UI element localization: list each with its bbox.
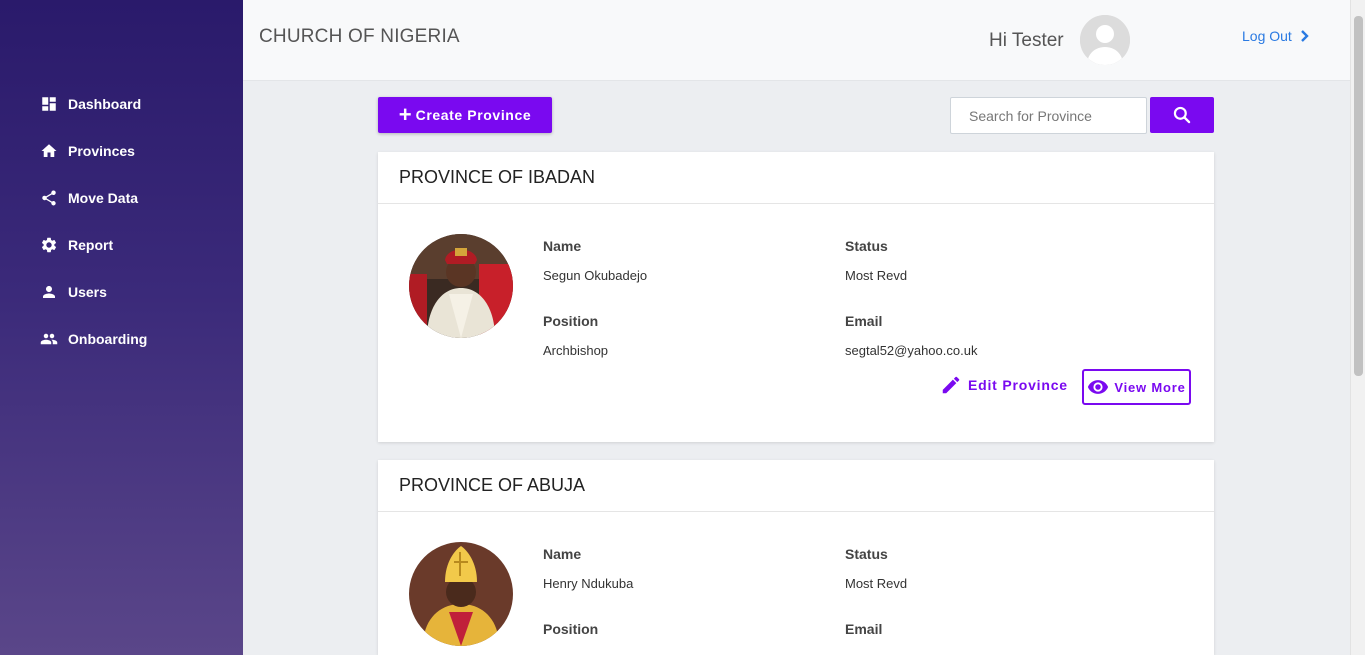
sidebar: Dashboard Provinces Move Data Report Use…	[0, 0, 243, 655]
search-icon	[1173, 106, 1191, 124]
position-label: Position	[543, 621, 599, 637]
province-card: PROVINCE OF IBADAN Name Segun Okubadejo …	[378, 152, 1214, 442]
search-input[interactable]	[950, 97, 1147, 134]
position-value: Archbishop	[543, 343, 609, 358]
sidebar-item-provinces[interactable]: Provinces	[0, 127, 243, 174]
province-card: PROVINCE OF ABUJA Name Henry Ndukuba Sta…	[378, 460, 1214, 655]
edit-province-button[interactable]: Edit Province	[940, 374, 1068, 396]
email-label: Email	[845, 313, 883, 329]
app-brand: CHURCH OF NIGERIA	[259, 26, 460, 47]
name-value: Segun Okubadejo	[543, 268, 648, 283]
view-more-button[interactable]: View More	[1082, 369, 1191, 405]
create-province-label: Create Province	[415, 107, 532, 123]
scrollbar-thumb[interactable]	[1354, 16, 1363, 376]
top-header: CHURCH OF NIGERIA Hi Tester Log Out	[243, 0, 1350, 81]
sidebar-item-label: Move Data	[68, 189, 139, 206]
sidebar-nav: Dashboard Provinces Move Data Report Use…	[0, 80, 243, 362]
email-value: segtal52@yahoo.co.uk	[845, 343, 978, 358]
logout-link[interactable]: Log Out	[1242, 28, 1312, 44]
search-button[interactable]	[1150, 97, 1214, 133]
user-icon	[40, 283, 58, 301]
pencil-icon	[942, 376, 960, 394]
logout-label: Log Out	[1242, 28, 1292, 44]
sidebar-item-label: Users	[68, 283, 107, 300]
clergy-photo	[409, 542, 513, 646]
dashboard-icon	[40, 95, 58, 113]
sidebar-item-label: Dashboard	[68, 95, 142, 112]
avatar[interactable]	[1080, 15, 1130, 65]
sidebar-item-dashboard[interactable]: Dashboard	[0, 80, 243, 127]
eye-icon	[1088, 380, 1109, 394]
sidebar-item-label: Report	[68, 236, 114, 253]
sidebar-item-move-data[interactable]: Move Data	[0, 174, 243, 221]
home-icon	[40, 142, 58, 160]
plus-icon: +	[398, 102, 412, 127]
page-scrollbar[interactable]	[1350, 0, 1365, 655]
edit-province-label: Edit Province	[968, 377, 1068, 393]
clergy-photo	[409, 234, 513, 338]
create-province-button[interactable]: + Create Province	[378, 97, 552, 133]
sidebar-item-label: Onboarding	[68, 330, 148, 347]
status-value: Most Revd	[845, 576, 908, 591]
view-more-label: View More	[1114, 379, 1186, 395]
status-label: Status	[845, 238, 888, 254]
status-label: Status	[845, 546, 888, 562]
position-label: Position	[543, 313, 599, 329]
province-title: PROVINCE OF IBADAN	[378, 152, 1214, 204]
sidebar-item-users[interactable]: Users	[0, 268, 243, 315]
sidebar-item-label: Provinces	[68, 142, 135, 159]
sidebar-item-report[interactable]: Report	[0, 221, 243, 268]
name-label: Name	[543, 546, 582, 562]
name-label: Name	[543, 238, 582, 254]
sidebar-item-onboarding[interactable]: Onboarding	[0, 315, 243, 362]
status-value: Most Revd	[845, 268, 908, 283]
group-icon	[40, 330, 58, 348]
share-icon	[40, 189, 58, 207]
email-label: Email	[845, 621, 883, 637]
gear-icon	[40, 236, 58, 254]
chevron-right-icon	[1300, 30, 1309, 42]
name-value: Henry Ndukuba	[543, 576, 634, 591]
user-greeting: Hi Tester	[989, 30, 1064, 51]
province-title: PROVINCE OF ABUJA	[378, 460, 1214, 512]
